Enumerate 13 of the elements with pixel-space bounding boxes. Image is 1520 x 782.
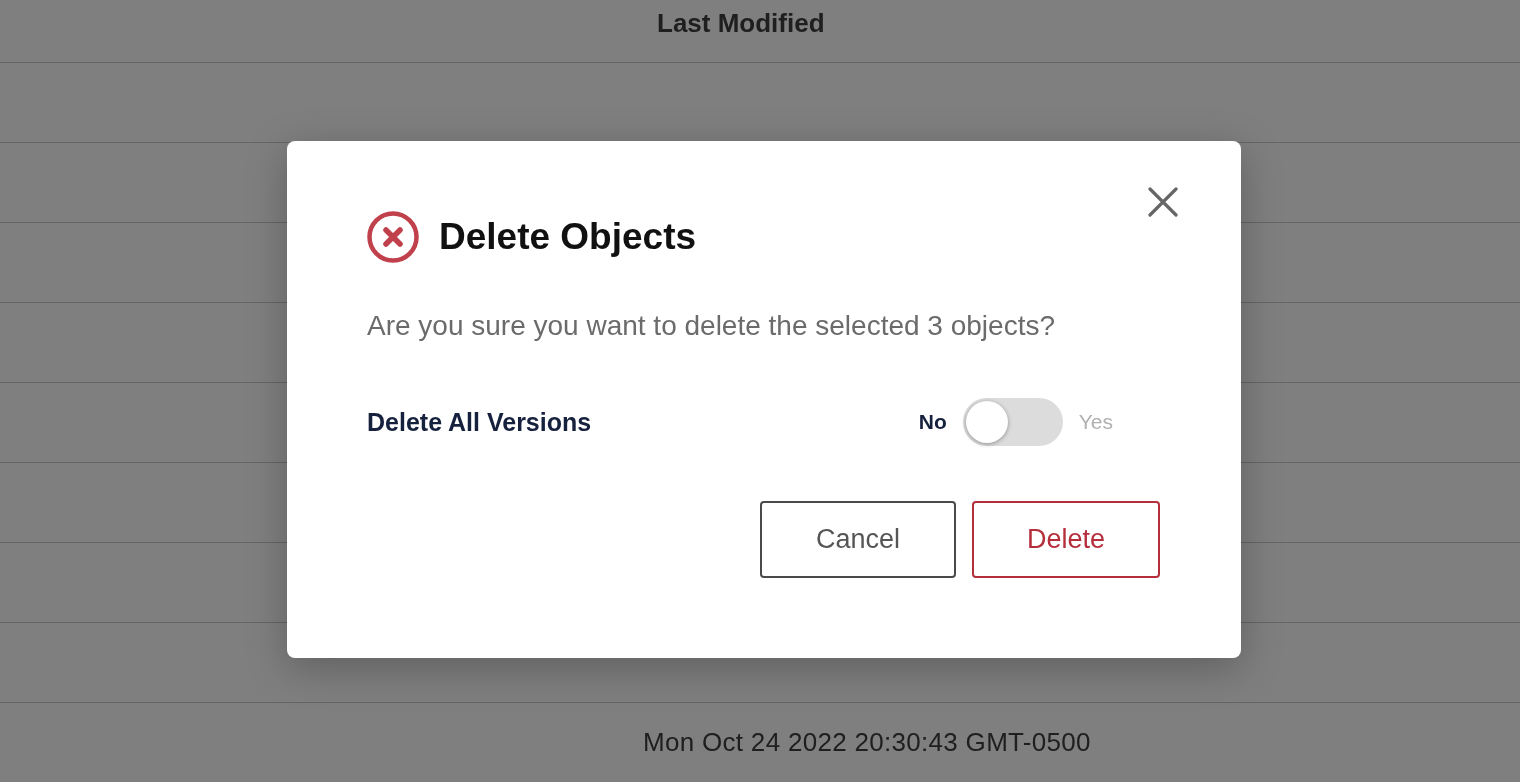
toggle-label: Yes [1078,410,1113,434]
column-header[interactable]: Last Modified [657,0,1520,62]
error-icon [367,211,419,263]
option-label: Delete All Versions [367,407,592,437]
table-cell-text: Mon Oct 24 2022 20:30:43 GMT-0500 [643,727,1092,758]
close-icon [1148,187,1178,217]
close-button[interactable] [1148,187,1178,217]
delete-button[interactable]: Delete [972,501,1160,578]
dialog-title: Delete Objects [439,216,697,258]
toggle-switch[interactable] [962,398,1063,446]
toggle-label: No [918,410,947,434]
dialog-message: Are you sure you want to delete the selected 3 objects? [367,309,1056,343]
cancel-button[interactable]: Cancel [760,501,956,578]
